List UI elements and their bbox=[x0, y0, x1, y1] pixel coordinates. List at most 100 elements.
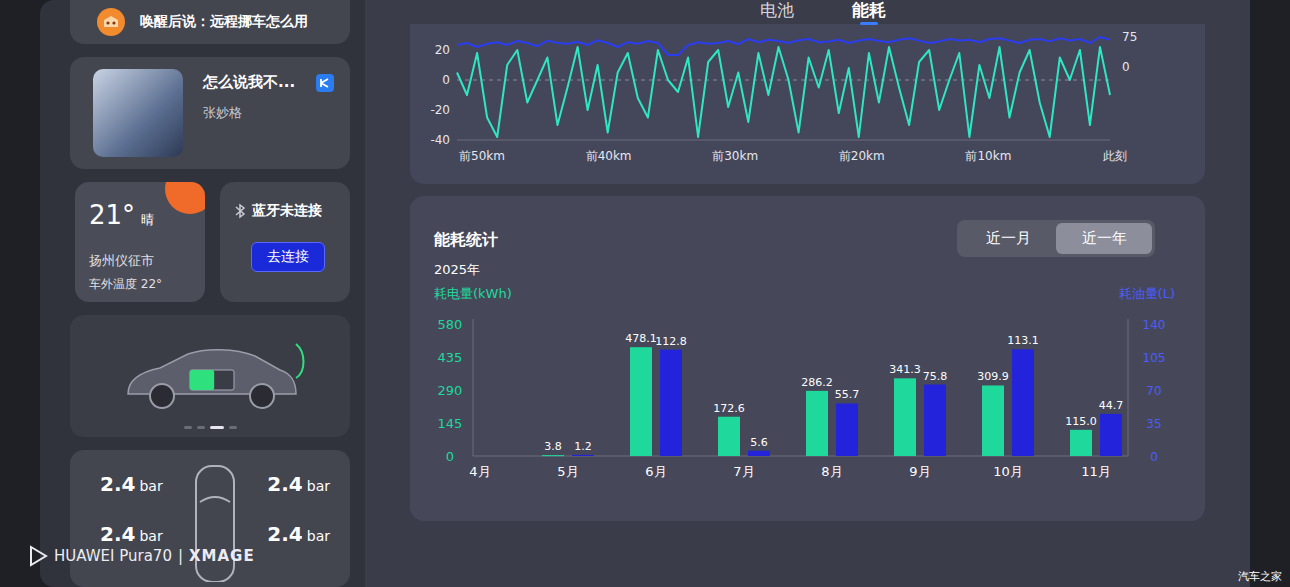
source-watermark: 汽车之家 bbox=[1238, 569, 1282, 584]
kwh-bar[interactable] bbox=[982, 385, 1004, 456]
music-info: 怎么说我不... 张妙格 bbox=[203, 73, 334, 122]
month-label: 4月 bbox=[469, 464, 490, 479]
range-toggle: 近一月近一年 bbox=[957, 220, 1155, 257]
city: 扬州仪征市 bbox=[89, 252, 195, 270]
tab[interactable]: 能耗 bbox=[852, 0, 886, 24]
month-label: 8月 bbox=[821, 464, 842, 479]
left-axis-tick: 0 bbox=[442, 73, 450, 87]
fuel-bar[interactable] bbox=[836, 403, 858, 456]
kwh-bar[interactable] bbox=[806, 391, 828, 456]
month-group: 341.375.89月 bbox=[889, 363, 947, 479]
right-axis-tick: 75 bbox=[1122, 30, 1137, 44]
play-logo-icon bbox=[28, 545, 48, 567]
fuel-axis-tick: 70 bbox=[1146, 384, 1161, 398]
month-group: 286.255.7 8月 bbox=[801, 376, 859, 479]
kwh-value: 115.0 bbox=[1065, 415, 1097, 428]
energy-trend-chart: 200-20-40750前50km前40km前30km前20km前10km此刻 bbox=[420, 24, 1180, 174]
stats-titles: 能耗统计 2025年 bbox=[430, 220, 498, 279]
kwh-value: 3.8 bbox=[544, 440, 562, 453]
tab[interactable]: 电池 bbox=[760, 0, 794, 24]
fuel-value: 75.8 bbox=[923, 370, 948, 383]
kwh-value: 309.9 bbox=[977, 370, 1009, 383]
tire-pressure: 2.4bar bbox=[267, 472, 330, 496]
fuel-bar[interactable] bbox=[748, 451, 770, 456]
sun-icon bbox=[165, 182, 205, 214]
camera-watermark: HUAWEI Pura70|XMAGE bbox=[28, 545, 255, 567]
fuel-value: 1.2 bbox=[574, 440, 592, 453]
outside-temperature: 车外温度 22° bbox=[89, 276, 195, 293]
weather-bluetooth-row: 21° 晴扬州仪征市车外温度 22° 蓝牙未连接去连接 bbox=[70, 182, 350, 302]
trend-chart-card: 200-20-40750前50km前40km前30km前20km前10km此刻 bbox=[410, 24, 1205, 184]
voice-tip-text: 唤醒后说：远程挪车怎么用 bbox=[140, 13, 308, 31]
temperature: 21° bbox=[89, 200, 135, 230]
kwh-axis-tick: 435 bbox=[438, 350, 463, 365]
month-group: 3.81.25月 bbox=[542, 440, 594, 479]
month-group: 4月 bbox=[469, 464, 490, 479]
kwh-bar[interactable] bbox=[718, 417, 740, 456]
distance-label: 前10km bbox=[965, 149, 1011, 163]
tire-pressure: 2.4bar bbox=[100, 522, 163, 546]
kwh-bar[interactable] bbox=[630, 347, 652, 456]
month-group: 115.044.7 11月 bbox=[1065, 399, 1123, 479]
fuel-value: 5.6 bbox=[750, 436, 768, 449]
photo-frame: 唤醒后说：远程挪车怎么用怎么说我不... 张妙格 21° 晴扬州仪征市车外温度 22°… bbox=[0, 0, 1290, 587]
left-widgets: 唤醒后说：远程挪车怎么用怎么说我不... 张妙格 21° 晴扬州仪征市车外温度 22°… bbox=[70, 0, 350, 587]
connect-button[interactable]: 去连接 bbox=[251, 242, 325, 272]
kwh-value: 341.3 bbox=[889, 363, 921, 376]
trend-line bbox=[457, 37, 1110, 55]
kwh-axis-tick: 290 bbox=[438, 383, 463, 398]
left-axis-tick: -40 bbox=[430, 133, 450, 147]
assistant-icon bbox=[96, 7, 126, 37]
left-axis-title: 耗电量(kWh) bbox=[434, 285, 512, 303]
page-dot[interactable] bbox=[197, 426, 205, 429]
range-option[interactable]: 近一月 bbox=[960, 223, 1056, 254]
song-title: 怎么说我不... bbox=[203, 73, 295, 92]
fuel-bar[interactable] bbox=[572, 455, 594, 456]
fuel-bar[interactable] bbox=[1012, 349, 1034, 456]
fuel-bar[interactable] bbox=[660, 350, 682, 456]
kwh-bar[interactable] bbox=[894, 378, 916, 456]
month-label: 11月 bbox=[1081, 464, 1111, 479]
month-label: 6月 bbox=[645, 464, 666, 479]
page-dot[interactable] bbox=[229, 426, 237, 429]
fuel-value: 44.7 bbox=[1099, 399, 1124, 412]
page-dot[interactable] bbox=[184, 426, 192, 429]
car-screen: 唤醒后说：远程挪车怎么用怎么说我不... 张妙格 21° 晴扬州仪征市车外温度 22°… bbox=[40, 0, 1250, 587]
weather-condition: 晴 bbox=[141, 211, 154, 229]
stats-header: 能耗统计 2025年 近一月近一年 bbox=[430, 220, 1185, 279]
month-group: 309.9113.110月 bbox=[977, 334, 1039, 479]
kwh-value: 286.2 bbox=[801, 376, 833, 389]
distance-label: 前40km bbox=[586, 149, 632, 163]
range-option[interactable]: 近一年 bbox=[1056, 223, 1152, 254]
fuel-value: 55.7 bbox=[835, 388, 860, 401]
vehicle-card[interactable] bbox=[70, 315, 350, 437]
kwh-bar[interactable] bbox=[1070, 430, 1092, 456]
bluetooth-icon bbox=[234, 203, 246, 219]
artist-name: 张妙格 bbox=[203, 104, 334, 122]
right-tires: 2.4bar2.4bar bbox=[267, 462, 330, 546]
page-dot[interactable] bbox=[210, 426, 224, 429]
fuel-axis-tick: 35 bbox=[1146, 417, 1161, 431]
tire-pressure-card[interactable]: 2.4bar2.4bar2.4bar2.4bar bbox=[70, 450, 350, 587]
left-tires: 2.4bar2.4bar bbox=[100, 462, 163, 546]
stats-year: 2025年 bbox=[434, 261, 498, 279]
distance-label: 前30km bbox=[712, 149, 758, 163]
music-app-icon bbox=[316, 74, 334, 92]
fuel-axis-tick: 140 bbox=[1143, 318, 1166, 332]
fuel-value: 112.8 bbox=[655, 335, 687, 348]
kwh-bar[interactable] bbox=[542, 455, 564, 456]
trend-line bbox=[457, 47, 1110, 137]
fuel-bar[interactable] bbox=[1100, 414, 1122, 456]
distance-label: 前50km bbox=[459, 149, 505, 163]
weather-card[interactable]: 21° 晴扬州仪征市车外温度 22° bbox=[75, 182, 205, 302]
voice-tip-card[interactable]: 唤醒后说：远程挪车怎么用 bbox=[70, 0, 350, 44]
axis-titles: 耗电量(kWh)耗油量(L) bbox=[430, 279, 1185, 303]
kwh-axis-tick: 145 bbox=[438, 416, 463, 431]
car-charging-icon bbox=[110, 332, 310, 422]
stats-title: 能耗统计 bbox=[434, 230, 498, 251]
bluetooth-status: 蓝牙未连接 bbox=[252, 202, 322, 220]
bluetooth-card: 蓝牙未连接去连接 bbox=[220, 182, 350, 302]
month-group: 172.65.67月 bbox=[713, 402, 770, 479]
music-card[interactable]: 怎么说我不... 张妙格 bbox=[70, 57, 350, 169]
fuel-bar[interactable] bbox=[924, 385, 946, 456]
